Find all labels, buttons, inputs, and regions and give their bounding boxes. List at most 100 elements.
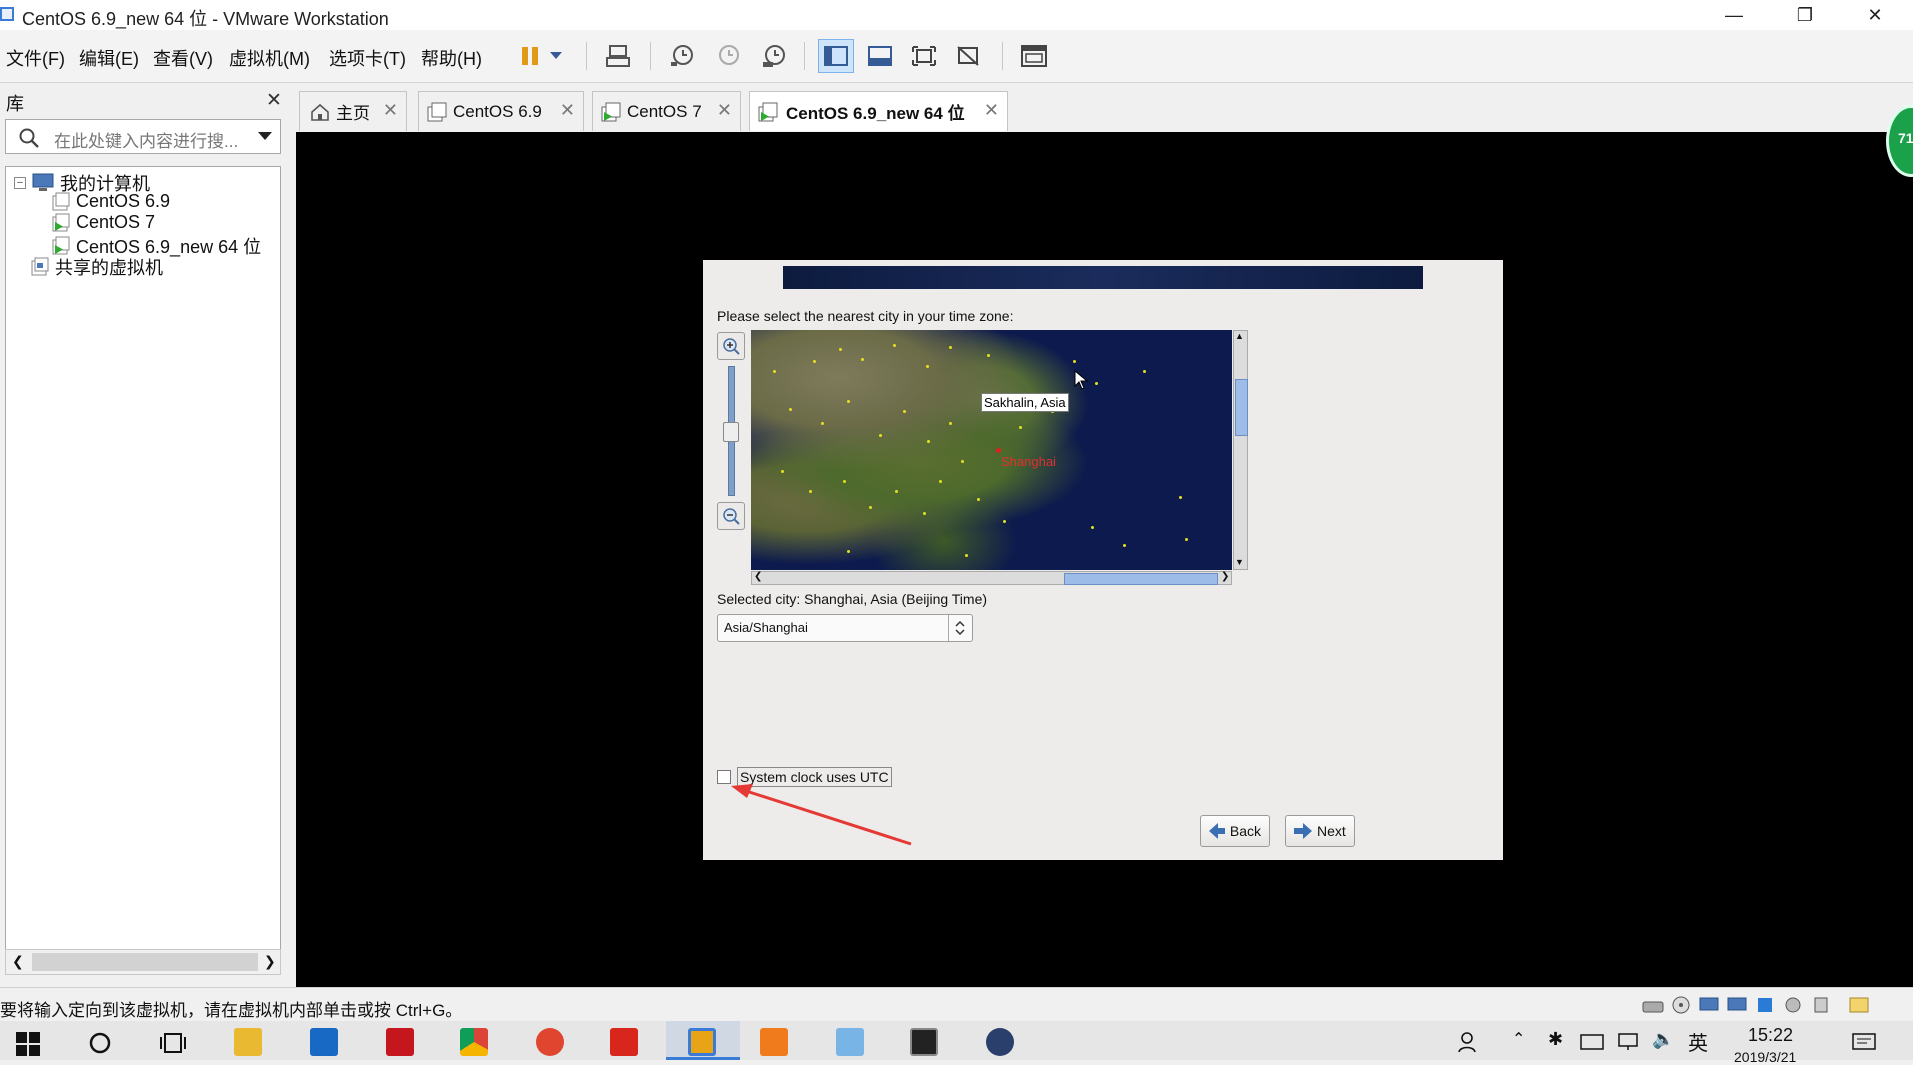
console-view-icon[interactable]	[1016, 39, 1052, 73]
power-dropdown-icon[interactable]	[544, 39, 568, 73]
gear-icon[interactable]: ✱	[1548, 1029, 1563, 1050]
tab-centos7[interactable]: CentOS 7 ✕	[592, 91, 741, 131]
globe-app-icon[interactable]	[986, 1028, 1014, 1056]
timezone-world-map[interactable]: Shanghai Sakhalin, Asia	[751, 330, 1232, 570]
menu-toolbar: 文件(F) 编辑(E) 查看(V) 虚拟机(M) 选项卡(T) 帮助(H)	[0, 30, 1913, 83]
tab-centos69-new[interactable]: CentOS 6.9_new 64 位 ✕	[749, 91, 1008, 131]
map-horizontal-scrollbar[interactable]: ❮ ❯	[751, 571, 1232, 585]
tab-close-icon[interactable]: ✕	[717, 100, 732, 121]
notes-app-icon[interactable]	[836, 1028, 864, 1056]
search-icon[interactable]	[88, 1031, 112, 1055]
scroll-left-icon[interactable]: ❮	[754, 571, 762, 582]
restore-button[interactable]: ❐	[1776, 0, 1834, 30]
selected-city-label: Selected city: Shanghai, Asia (Beijing T…	[717, 591, 988, 607]
scroll-right-icon[interactable]: ❯	[264, 953, 276, 970]
collapse-icon[interactable]: –	[14, 177, 26, 189]
revert-snapshot-icon[interactable]	[710, 39, 746, 73]
scroll-down-icon[interactable]: ▼	[1235, 557, 1244, 567]
snapshot-icon[interactable]	[664, 39, 700, 73]
home-icon	[311, 103, 329, 121]
tree-node-shared-vms[interactable]: 共享的虚拟机	[31, 254, 163, 280]
hard-disk-icon[interactable]	[1642, 996, 1664, 1014]
cd-drive-icon[interactable]	[1670, 996, 1692, 1014]
clock-date[interactable]: 2019/3/21	[1734, 1049, 1796, 1065]
tab-home[interactable]: 主页 ✕	[299, 91, 407, 131]
full-screen-icon[interactable]	[906, 39, 942, 73]
keyboard-icon[interactable]	[1580, 1033, 1604, 1051]
network-adapter-icon[interactable]	[1726, 996, 1748, 1014]
pdf-app-icon[interactable]	[760, 1028, 788, 1056]
message-log-icon[interactable]	[1848, 996, 1870, 1014]
library-horizontal-scrollbar[interactable]: ❮ ❯	[5, 949, 281, 975]
task-view-icon[interactable]	[160, 1031, 186, 1055]
map-vertical-scrollbar[interactable]: ▲ ▼	[1233, 330, 1248, 570]
city-marker[interactable]	[996, 448, 1001, 453]
minimize-button[interactable]: —	[1705, 0, 1763, 30]
tab-label: CentOS 6.9_new 64 位	[786, 104, 965, 123]
network-adapter-icon[interactable]	[1698, 996, 1720, 1014]
tab-label: CentOS 7	[627, 101, 702, 121]
computer-icon	[32, 173, 54, 191]
notification-center-icon[interactable]	[1852, 1033, 1876, 1053]
unity-icon[interactable]	[950, 39, 986, 73]
next-button-label: Next	[1317, 823, 1346, 839]
zoom-in-icon[interactable]	[717, 332, 745, 360]
tree-node-vm[interactable]: CentOS 6.9	[52, 191, 170, 212]
tab-centos69[interactable]: CentOS 6.9 ✕	[418, 91, 584, 131]
menu-view[interactable]: 查看(V)	[153, 45, 213, 71]
scroll-up-icon[interactable]: ▲	[1235, 331, 1244, 341]
menu-help[interactable]: 帮助(H)	[421, 45, 482, 71]
ime-indicator[interactable]: 英	[1688, 1027, 1708, 1056]
scroll-thumb[interactable]	[1064, 573, 1218, 585]
printer-icon[interactable]	[1810, 996, 1832, 1014]
send-ctrl-alt-del-icon[interactable]	[600, 39, 636, 73]
scroll-thumb[interactable]	[1235, 379, 1248, 436]
zoom-slider-thumb[interactable]	[723, 422, 739, 442]
snail-app-icon[interactable]	[536, 1028, 564, 1056]
filezilla-icon[interactable]	[386, 1028, 414, 1056]
chrome-icon[interactable]	[460, 1028, 488, 1056]
snapshot-manager-icon[interactable]	[756, 39, 792, 73]
pause-icon[interactable]	[512, 39, 548, 73]
close-window-button[interactable]: ✕	[1846, 0, 1904, 30]
youdao-icon[interactable]	[610, 1028, 638, 1056]
zoom-out-icon[interactable]	[717, 502, 745, 530]
search-dropdown-icon[interactable]	[258, 132, 272, 142]
taskbar-active-app[interactable]	[666, 1021, 740, 1060]
usb-icon[interactable]	[1754, 996, 1776, 1014]
tree-node-vm[interactable]: CentOS 7	[52, 212, 155, 233]
show-library-icon[interactable]	[818, 39, 854, 73]
windows-start-icon[interactable]	[16, 1032, 40, 1056]
tab-close-icon[interactable]: ✕	[984, 100, 999, 121]
volume-icon[interactable]: 🔈	[1652, 1029, 1674, 1050]
tab-label: CentOS 6.9	[453, 101, 542, 121]
timezone-select[interactable]: Asia/Shanghai	[717, 614, 973, 642]
file-explorer-icon[interactable]	[234, 1028, 262, 1056]
clock-time[interactable]: 15:22	[1748, 1025, 1793, 1046]
library-search-input[interactable]: 在此处键入内容进行搜...	[5, 119, 281, 154]
menu-file[interactable]: 文件(F)	[6, 45, 65, 71]
status-message: 要将输入定向到该虚拟机，请在虚拟机内部单击或按 Ctrl+G。	[0, 1001, 463, 1020]
back-button[interactable]: Back	[1200, 815, 1270, 847]
scroll-right-icon[interactable]: ❯	[1221, 571, 1229, 582]
edge-browser-icon[interactable]	[310, 1028, 338, 1056]
tab-close-icon[interactable]: ✕	[560, 100, 575, 121]
scroll-thumb[interactable]	[32, 953, 258, 971]
menu-tabs[interactable]: 选项卡(T)	[329, 45, 406, 71]
chevron-up-icon[interactable]: ⌃	[1512, 1029, 1525, 1049]
vm-icon	[52, 192, 70, 210]
next-button[interactable]: Next	[1285, 815, 1355, 847]
menu-vm[interactable]: 虚拟机(M)	[229, 45, 310, 71]
menu-edit[interactable]: 编辑(E)	[79, 45, 139, 71]
map-city-tooltip: Sakhalin, Asia	[981, 393, 1069, 412]
scroll-left-icon[interactable]: ❮	[12, 953, 24, 970]
thumbnail-bar-icon[interactable]	[862, 39, 898, 73]
sound-card-icon[interactable]	[1782, 996, 1804, 1014]
terminal-icon[interactable]	[910, 1028, 938, 1056]
vm-console[interactable]: Please select the nearest city in your t…	[296, 132, 1913, 987]
people-icon[interactable]	[1456, 1031, 1478, 1053]
library-close-icon[interactable]: ✕	[266, 89, 282, 112]
vm-running-icon	[601, 102, 621, 121]
tab-close-icon[interactable]: ✕	[383, 100, 398, 121]
network-icon[interactable]	[1616, 1031, 1640, 1051]
